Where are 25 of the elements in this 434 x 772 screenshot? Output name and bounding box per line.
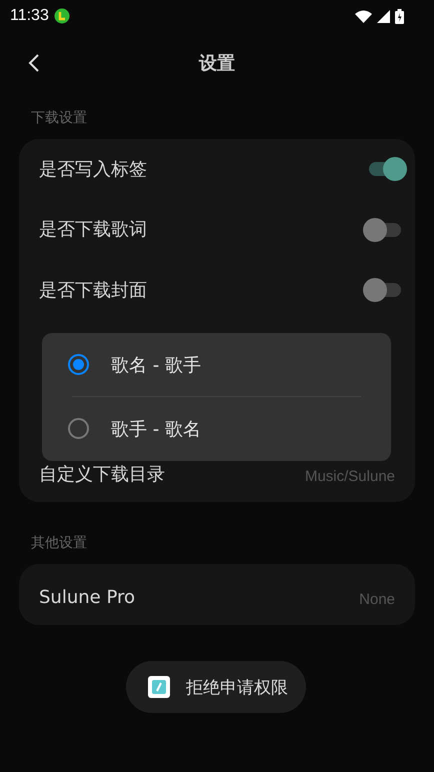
- dialog-option[interactable]: 歌名 - 歌手: [42, 333, 391, 396]
- setting-label: Sulune Pro: [39, 586, 136, 608]
- setting-label: 是否写入标签: [39, 158, 147, 180]
- toggle-switch[interactable]: [363, 278, 401, 302]
- app-icon: [148, 676, 170, 698]
- section-title: 下载设置: [30, 109, 88, 128]
- signal-icon: [377, 10, 390, 22]
- battery-icon: [395, 8, 404, 24]
- status-time: 11:33: [10, 7, 49, 25]
- radio-button[interactable]: [68, 354, 89, 375]
- setting-value: Music/Sulune: [304, 468, 395, 485]
- section-title: 其他设置: [30, 534, 88, 553]
- dialog-option[interactable]: 歌手 - 歌名: [42, 397, 391, 460]
- toggle-switch[interactable]: [369, 157, 407, 182]
- setting-value: None: [359, 590, 395, 608]
- app-notification-icon: [54, 8, 70, 24]
- setting-label: 自定义下载目录: [39, 464, 165, 485]
- back-icon[interactable]: [28, 53, 40, 73]
- wifi-icon: [355, 10, 372, 22]
- setting-label: 是否下载歌词: [39, 219, 147, 240]
- radio-button[interactable]: [68, 418, 89, 439]
- setting-label: 是否下载封面: [39, 280, 147, 301]
- page-title: 设置: [199, 52, 235, 75]
- toast-message: 拒绝申请权限: [186, 676, 288, 698]
- toggle-switch[interactable]: [363, 218, 401, 242]
